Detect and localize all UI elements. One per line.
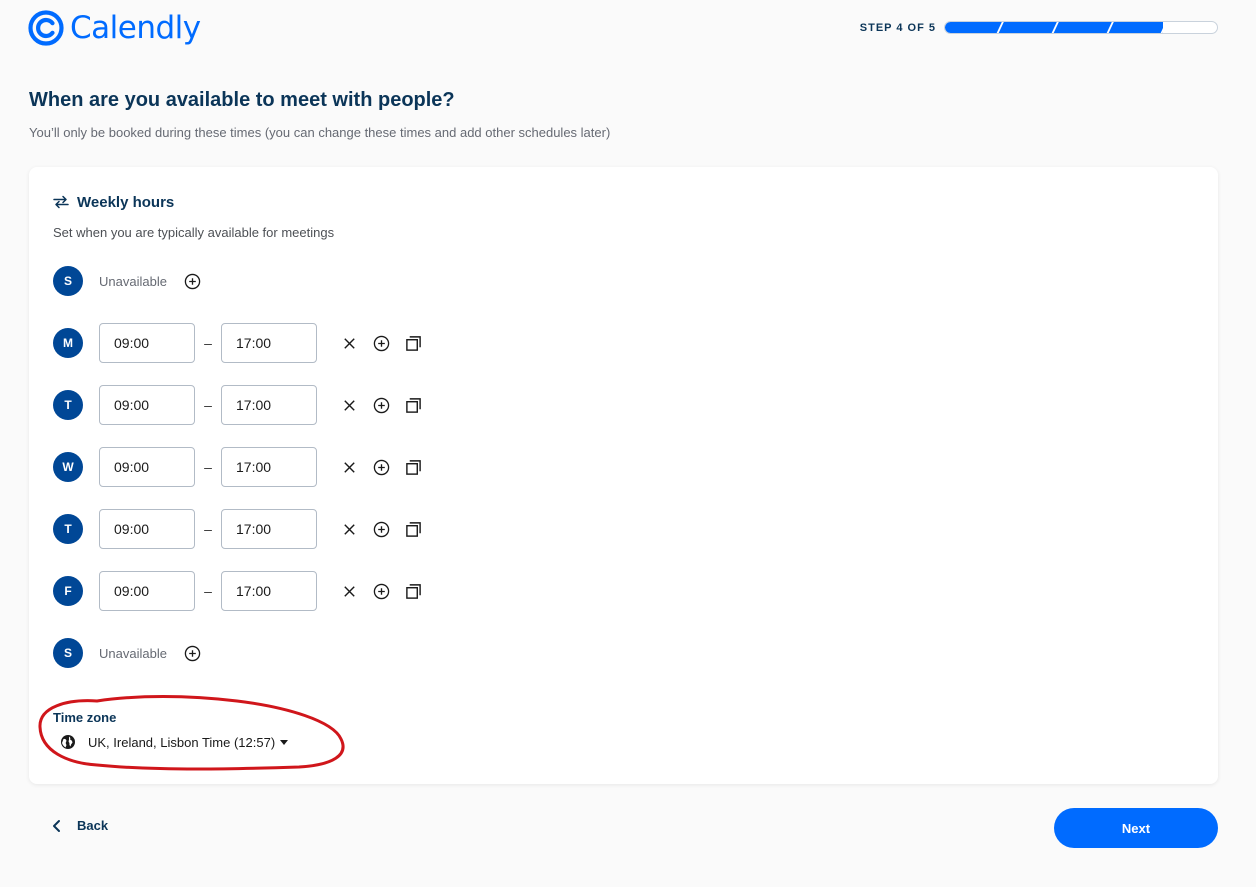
copy-times-button[interactable] xyxy=(403,457,423,477)
progress-bar xyxy=(944,21,1218,34)
timezone-value: UK, Ireland, Lisbon Time (12:57) xyxy=(88,734,276,750)
add-interval-button[interactable] xyxy=(371,457,391,477)
copy-icon xyxy=(405,335,421,351)
close-icon xyxy=(343,337,355,349)
add-interval-button[interactable] xyxy=(371,519,391,539)
time-separator: – xyxy=(204,335,212,351)
plus-circle-icon xyxy=(185,273,201,289)
copy-icon xyxy=(405,459,421,475)
end-time-input[interactable]: 17:00 xyxy=(221,447,317,487)
remove-interval-button[interactable] xyxy=(339,395,359,415)
start-time-input[interactable]: 09:00 xyxy=(99,385,195,425)
close-icon xyxy=(343,585,355,597)
time-separator: – xyxy=(204,521,212,537)
globe-icon xyxy=(61,735,75,749)
copy-times-button[interactable] xyxy=(403,333,423,353)
day-badge: S xyxy=(53,266,83,296)
weekly-hours-title: Weekly hours xyxy=(77,193,175,211)
plus-circle-icon xyxy=(373,583,389,599)
end-time-input[interactable]: 17:00 xyxy=(221,323,317,363)
start-time-input[interactable]: 09:00 xyxy=(99,571,195,611)
end-time-input[interactable]: 17:00 xyxy=(221,385,317,425)
add-interval-button[interactable] xyxy=(371,395,391,415)
timezone-select[interactable]: UK, Ireland, Lisbon Time (12:57) xyxy=(60,734,289,750)
copy-times-button[interactable] xyxy=(403,519,423,539)
remove-interval-button[interactable] xyxy=(339,457,359,477)
time-separator: – xyxy=(204,397,212,413)
weekly-hours-header: Weekly hours xyxy=(52,193,174,211)
day-row-saturday: S Unavailable xyxy=(53,633,203,673)
start-time-input[interactable]: 09:00 xyxy=(99,447,195,487)
copy-icon xyxy=(405,397,421,413)
add-interval-button[interactable] xyxy=(371,581,391,601)
brand-name: Calendly xyxy=(70,10,201,46)
day-row-thursday: T 09:00 – 17:00 xyxy=(53,509,423,549)
time-separator: – xyxy=(204,583,212,599)
copy-times-button[interactable] xyxy=(403,395,423,415)
page-subtitle: You’ll only be booked during these times… xyxy=(29,125,611,140)
close-icon xyxy=(343,461,355,473)
plus-circle-icon xyxy=(373,397,389,413)
close-icon xyxy=(343,399,355,411)
calendly-logo-icon xyxy=(28,10,64,46)
copy-icon xyxy=(405,521,421,537)
unavailable-label: Unavailable xyxy=(99,273,167,289)
plus-circle-icon xyxy=(373,335,389,351)
end-time-input[interactable]: 17:00 xyxy=(221,571,317,611)
next-button[interactable]: Next xyxy=(1054,808,1218,848)
page-title: When are you available to meet with peop… xyxy=(29,89,455,111)
timezone-label: Time zone xyxy=(53,710,117,725)
day-row-sunday: S Unavailable xyxy=(53,261,203,301)
back-button[interactable]: Back xyxy=(51,818,108,833)
day-badge: W xyxy=(53,452,83,482)
availability-card: Weekly hours Set when you are typically … xyxy=(29,167,1218,784)
day-badge: T xyxy=(53,390,83,420)
start-time-input[interactable]: 09:00 xyxy=(99,509,195,549)
day-badge: T xyxy=(53,514,83,544)
step-progress: STEP 4 OF 5 xyxy=(860,21,1218,34)
back-label: Back xyxy=(77,818,109,833)
day-badge: S xyxy=(53,638,83,668)
weekly-hours-subtitle: Set when you are typically available for… xyxy=(53,225,335,240)
remove-interval-button[interactable] xyxy=(339,519,359,539)
add-interval-button[interactable] xyxy=(183,643,203,663)
remove-interval-button[interactable] xyxy=(339,333,359,353)
calendly-logo[interactable]: Calendly xyxy=(28,9,201,47)
day-row-monday: M 09:00 – 17:00 xyxy=(53,323,423,363)
close-icon xyxy=(343,523,355,535)
plus-circle-icon xyxy=(373,521,389,537)
start-time-input[interactable]: 09:00 xyxy=(99,323,195,363)
copy-icon xyxy=(405,583,421,599)
plus-circle-icon xyxy=(185,645,201,661)
end-time-input[interactable]: 17:00 xyxy=(221,509,317,549)
day-row-tuesday: T 09:00 – 17:00 xyxy=(53,385,423,425)
chevron-left-icon xyxy=(53,819,60,832)
day-row-friday: F 09:00 – 17:00 xyxy=(53,571,423,611)
day-row-wednesday: W 09:00 – 17:00 xyxy=(53,447,423,487)
add-interval-button[interactable] xyxy=(183,271,203,291)
step-label: STEP 4 OF 5 xyxy=(859,21,936,34)
day-badge: M xyxy=(53,328,83,358)
repeat-arrows-icon xyxy=(53,195,69,209)
remove-interval-button[interactable] xyxy=(339,581,359,601)
day-badge: F xyxy=(53,576,83,606)
copy-times-button[interactable] xyxy=(403,581,423,601)
add-interval-button[interactable] xyxy=(371,333,391,353)
time-separator: – xyxy=(204,459,212,475)
plus-circle-icon xyxy=(373,459,389,475)
caret-down-icon xyxy=(280,739,289,745)
unavailable-label: Unavailable xyxy=(99,645,167,661)
